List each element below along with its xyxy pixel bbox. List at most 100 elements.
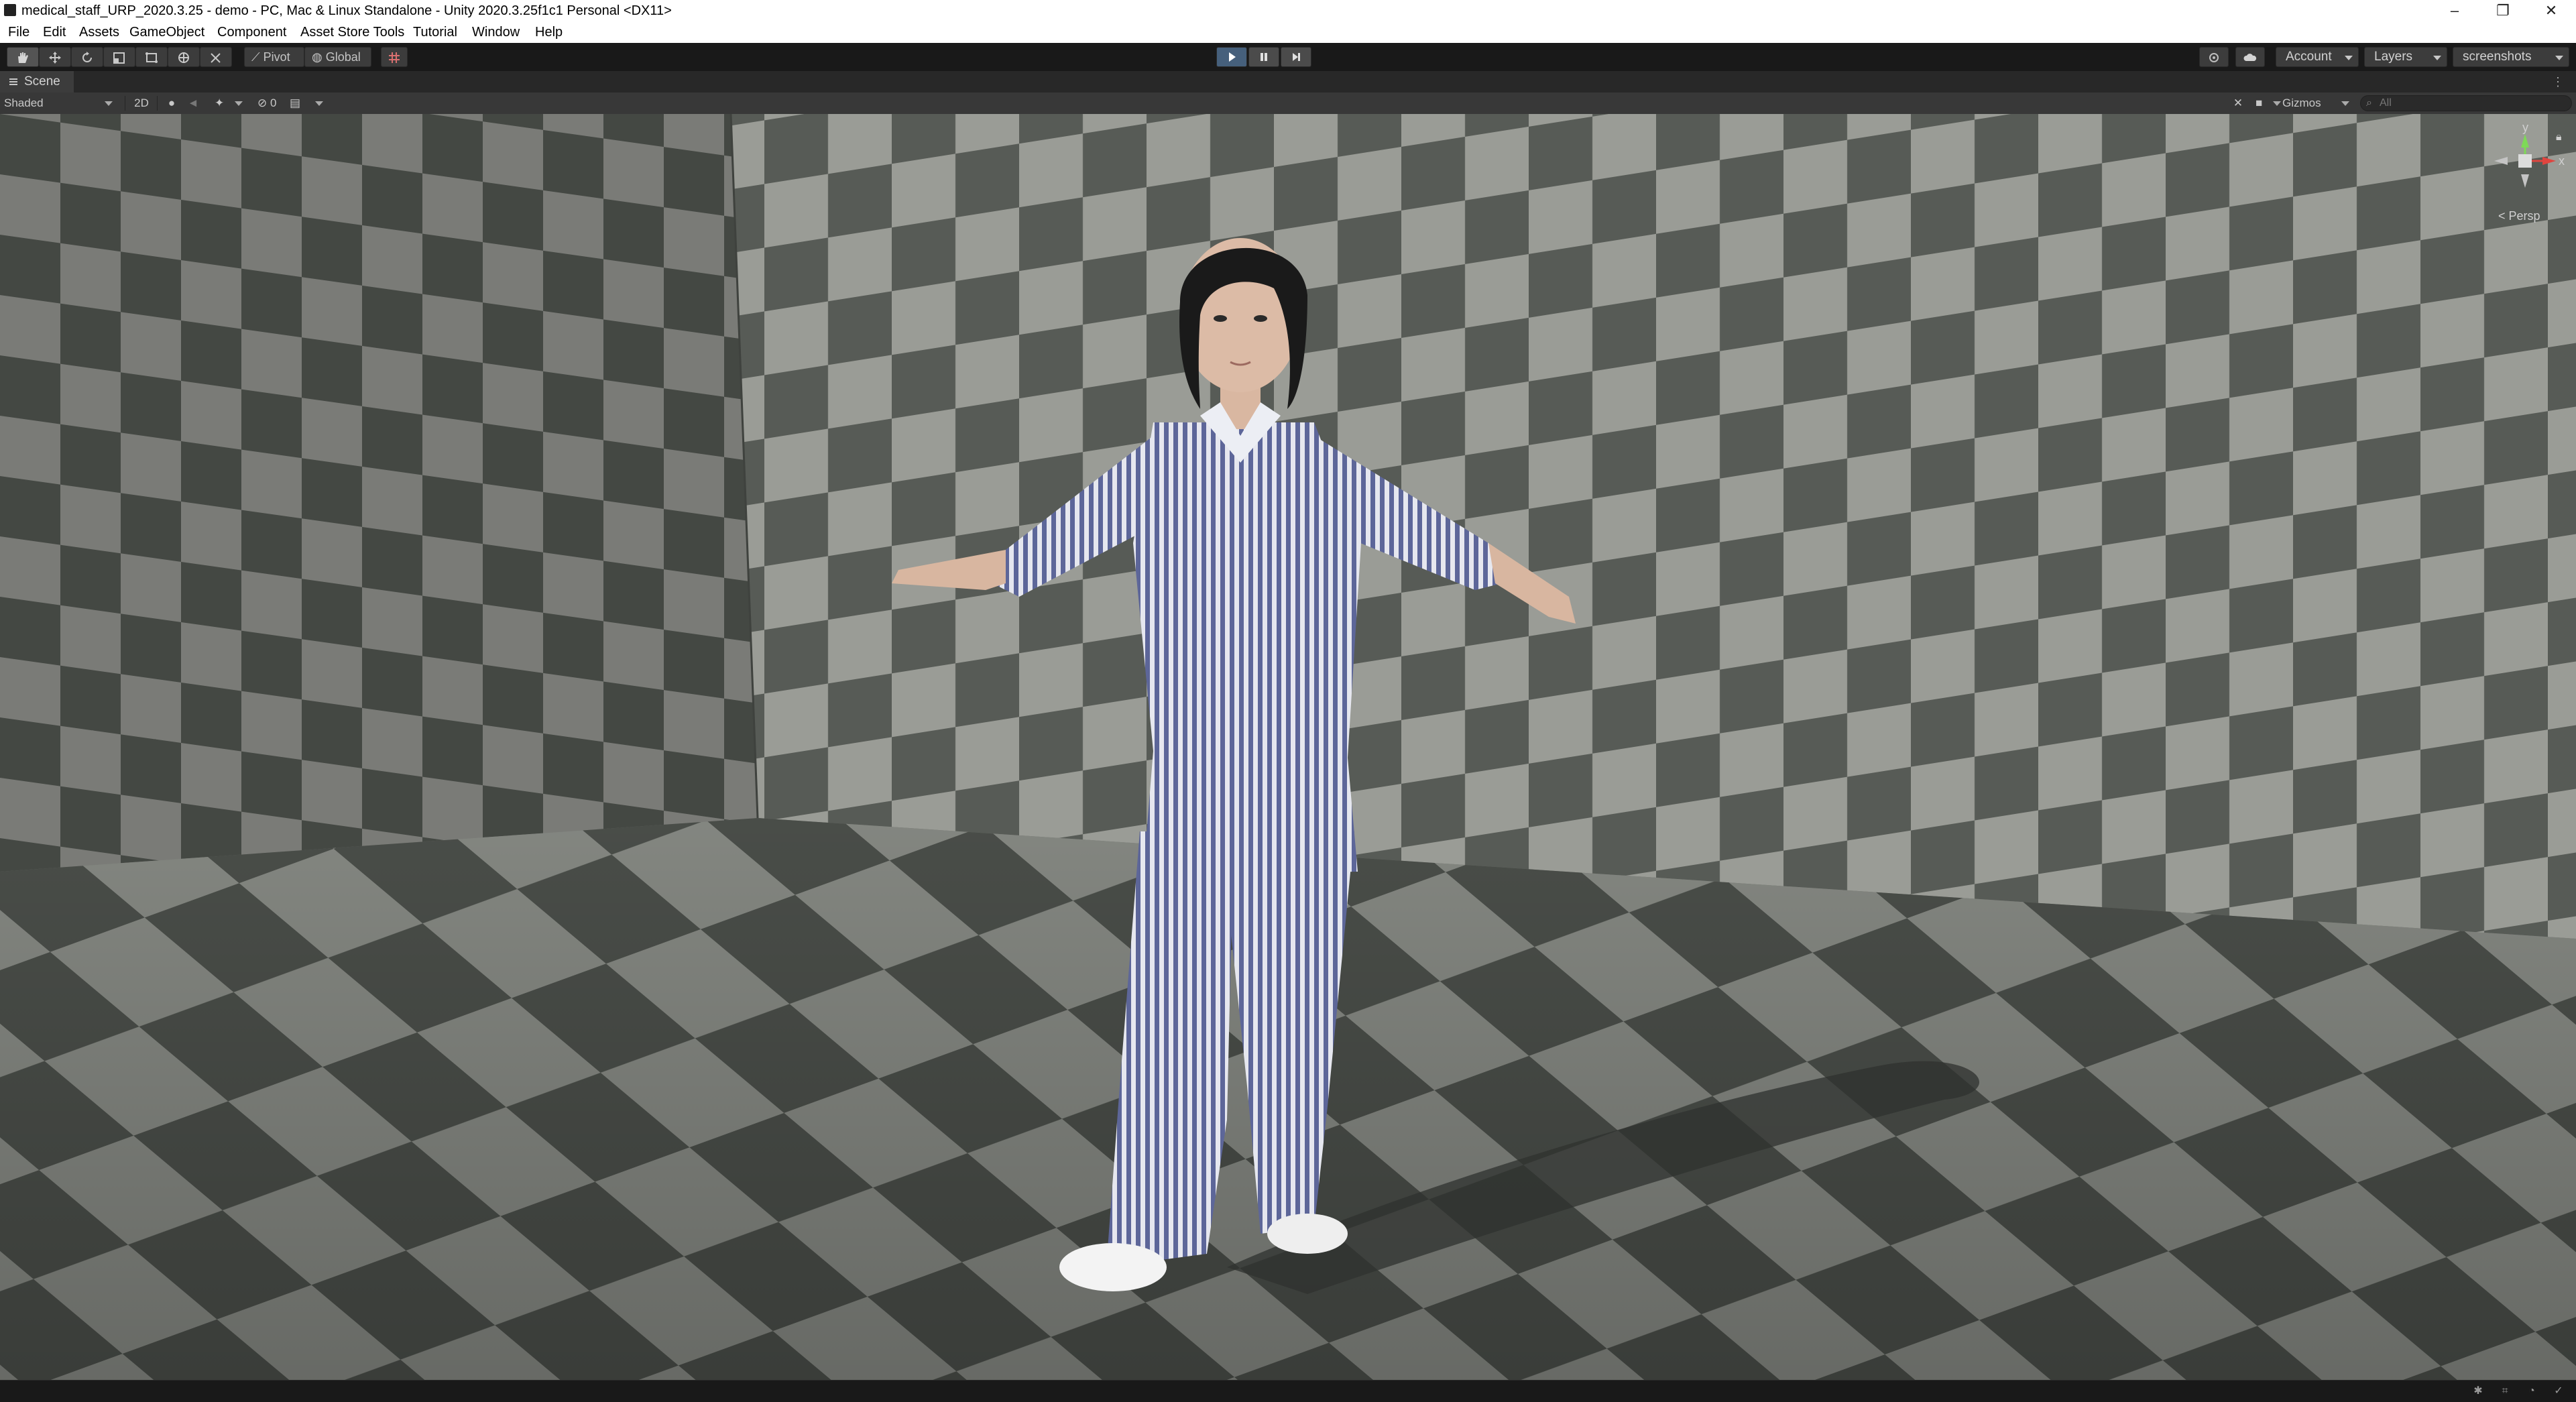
layout-dropdown[interactable]: screenshots bbox=[2453, 47, 2569, 67]
settings-icon bbox=[2209, 53, 2219, 62]
menu-component[interactable]: Component bbox=[217, 24, 286, 40]
scene-icon bbox=[9, 78, 17, 85]
window-title: medical_staff_URP_2020.3.25 - demo - PC,… bbox=[21, 3, 672, 18]
pivot-toggle[interactable]: ⟋ Pivot bbox=[244, 47, 304, 67]
scene-search-input[interactable]: ⌕ All bbox=[2360, 95, 2572, 111]
restore-button[interactable]: ❐ bbox=[2479, 0, 2526, 21]
gizmos-dropdown[interactable]: Gizmos bbox=[2282, 95, 2355, 112]
chevron-down-icon bbox=[235, 101, 243, 106]
step-icon bbox=[1293, 53, 1300, 61]
hand-tool-button[interactable] bbox=[7, 47, 39, 67]
search-placeholder: All bbox=[2380, 97, 2392, 109]
right-wall bbox=[731, 114, 2576, 939]
lock-icon[interactable]: 🔒︎ bbox=[2556, 131, 2562, 143]
tab-scene[interactable]: Scene bbox=[0, 71, 74, 93]
unity-icon bbox=[4, 4, 16, 16]
rect-tool-button[interactable] bbox=[135, 47, 168, 67]
camera-icon: ■ bbox=[2256, 97, 2263, 109]
orientation-gizmo[interactable]: y x < Persp 🔒︎ bbox=[2492, 121, 2572, 228]
snap-settings-button[interactable] bbox=[381, 47, 408, 67]
network-icon[interactable]: ⌗ bbox=[2498, 1385, 2512, 1398]
chevron-down-icon bbox=[2555, 56, 2563, 60]
pause-button[interactable] bbox=[1248, 47, 1279, 67]
audio-toggle[interactable]: ◄ bbox=[185, 95, 201, 112]
effects-icon: ✦ bbox=[215, 97, 225, 109]
pivot-label: Pivot bbox=[263, 50, 290, 64]
hand-icon bbox=[18, 52, 28, 63]
move-tool-button[interactable] bbox=[39, 47, 71, 67]
account-label: Account bbox=[2286, 50, 2332, 64]
check-icon[interactable]: ✓ bbox=[2552, 1385, 2565, 1398]
tools-overlay-toggle[interactable]: ✕ bbox=[2230, 95, 2246, 112]
hidden-count: 0 bbox=[270, 97, 277, 109]
menu-edit[interactable]: Edit bbox=[43, 24, 66, 40]
wrench-icon: ✕ bbox=[2233, 97, 2243, 109]
menu-asset-store-tools[interactable]: Asset Store Tools bbox=[300, 24, 404, 40]
layers-dropdown[interactable]: Layers bbox=[2364, 47, 2447, 67]
search-icon: ⌕ bbox=[2366, 97, 2372, 109]
account-dropdown[interactable]: Account bbox=[2276, 47, 2359, 67]
transform-tool-button[interactable] bbox=[168, 47, 200, 67]
menu-assets[interactable]: Assets bbox=[79, 24, 119, 40]
axis-x-label: x bbox=[2559, 154, 2565, 168]
draw-mode-label: Shaded bbox=[4, 97, 44, 109]
close-button[interactable]: ✕ bbox=[2528, 0, 2575, 21]
rotate-icon bbox=[82, 52, 92, 62]
grid-snap-icon bbox=[389, 52, 400, 63]
rect-icon bbox=[145, 52, 158, 63]
globe-icon: ◍ bbox=[312, 50, 323, 64]
play-icon bbox=[1229, 52, 1236, 62]
menu-gameobject[interactable]: GameObject bbox=[129, 24, 204, 40]
kebab-menu-icon[interactable]: ⋮ bbox=[2552, 75, 2564, 89]
rotate-tool-button[interactable] bbox=[71, 47, 103, 67]
lighting-toggle[interactable]: ● bbox=[164, 95, 180, 112]
chevron-down-icon bbox=[2433, 56, 2441, 60]
light-bulb-icon: ● bbox=[168, 97, 176, 109]
move-icon bbox=[49, 52, 61, 64]
draw-mode-dropdown[interactable]: Shaded bbox=[4, 95, 118, 112]
status-bar: ✱ ⌗ ◔ ✓ bbox=[0, 1380, 2576, 1402]
menu-window[interactable]: Window bbox=[472, 24, 520, 40]
chevron-down-icon bbox=[105, 101, 113, 106]
projection-toggle[interactable]: < Persp bbox=[2498, 209, 2540, 223]
layers-label: Layers bbox=[2374, 50, 2413, 64]
progress-icon[interactable]: ◔ bbox=[2525, 1385, 2538, 1398]
step-button[interactable] bbox=[1281, 47, 1311, 67]
minimize-button[interactable]: – bbox=[2431, 0, 2478, 21]
tools-icon bbox=[211, 53, 221, 63]
scale-tool-button[interactable] bbox=[103, 47, 135, 67]
menu-help[interactable]: Help bbox=[535, 24, 563, 40]
eye-slash-icon: ⊘ bbox=[257, 97, 268, 109]
menu-tutorial[interactable]: Tutorial bbox=[413, 24, 457, 40]
global-label: Global bbox=[325, 50, 361, 64]
gizmos-label: Gizmos bbox=[2282, 97, 2321, 109]
menu-file[interactable]: File bbox=[8, 24, 30, 40]
menu-bar: File Edit Assets GameObject Component As… bbox=[0, 21, 2576, 44]
chevron-down-icon bbox=[2345, 56, 2353, 60]
2d-toggle[interactable]: 2D bbox=[130, 95, 153, 112]
axis-y-label: y bbox=[2522, 121, 2528, 134]
services-button[interactable] bbox=[2199, 47, 2229, 67]
chevron-down-icon bbox=[2273, 101, 2281, 106]
custom-tool-button[interactable] bbox=[200, 47, 232, 67]
scene-tab-strip: Scene ⋮ bbox=[0, 71, 2576, 93]
cloud-icon bbox=[2243, 54, 2257, 61]
pivot-icon: ⟋ bbox=[251, 50, 260, 64]
transform-icon bbox=[178, 52, 189, 63]
chevron-down-icon bbox=[315, 101, 323, 106]
play-button[interactable] bbox=[1216, 47, 1247, 67]
camera-settings-dropdown[interactable]: ▤ bbox=[290, 95, 329, 112]
pause-icon bbox=[1261, 53, 1267, 61]
bug-icon[interactable]: ✱ bbox=[2471, 1385, 2485, 1398]
collab-button[interactable] bbox=[2235, 47, 2265, 67]
main-toolbar: ⟋ Pivot ◍ Global Account Layers screensh… bbox=[0, 43, 2576, 71]
tab-scene-label: Scene bbox=[24, 74, 60, 89]
scene-visibility-toggle[interactable]: ⊘ 0 bbox=[257, 95, 288, 112]
chevron-down-icon bbox=[2341, 101, 2349, 106]
scene-viewport[interactable]: y x < Persp 🔒︎ bbox=[0, 114, 2576, 1380]
camera-icon: ▤ bbox=[290, 97, 301, 109]
global-toggle[interactable]: ◍ Global bbox=[304, 47, 371, 67]
effects-dropdown[interactable]: ✦ bbox=[215, 95, 248, 112]
scale-icon bbox=[113, 52, 125, 64]
title-bar: medical_staff_URP_2020.3.25 - demo - PC,… bbox=[0, 0, 2576, 21]
